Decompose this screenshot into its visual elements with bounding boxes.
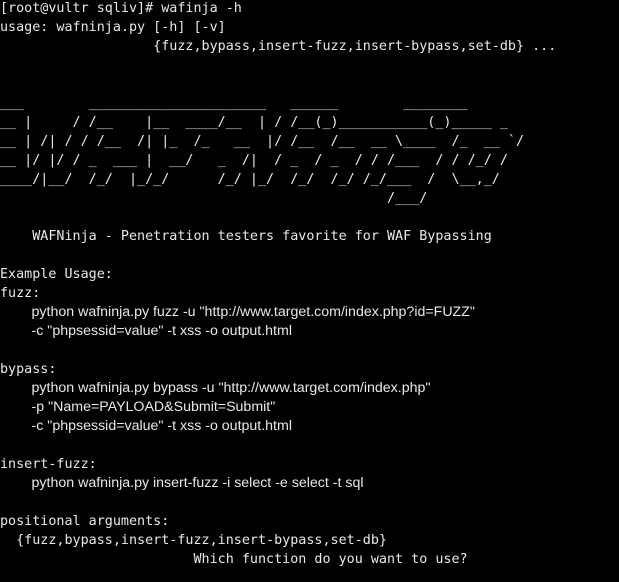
terminal-window[interactable]: [root@vultr sqliv]# wafinja -h usage: wa… bbox=[0, 0, 619, 582]
usage-subcommands: {fuzz,bypass,insert-fuzz,insert-bypass,s… bbox=[0, 39, 557, 54]
ascii-banner-line-3: __ | /| / / /__ /| |_ /_ __ |/ /__ /__ _… bbox=[0, 134, 525, 149]
insert-fuzz-heading: insert-fuzz: bbox=[0, 457, 97, 472]
ascii-banner-line-5: ____/|__/ /_/ |_/_/ /_/ |_/ /_/ /_/ /_/_… bbox=[0, 172, 500, 187]
positional-arguments-choices: {fuzz,bypass,insert-fuzz,insert-bypass,s… bbox=[0, 533, 387, 548]
usage-line: usage: wafninja.py [-h] [-v] bbox=[0, 20, 226, 35]
ascii-banner-line-1: ___ ______________________ ______ ______… bbox=[0, 96, 468, 111]
fuzz-example-line-2: -c "phpsessid=value" -t xss -o output.ht… bbox=[0, 323, 292, 339]
example-usage-heading: Example Usage: bbox=[0, 267, 113, 282]
insert-fuzz-example: python wafninja.py insert-fuzz -i select… bbox=[0, 475, 364, 491]
tool-tagline: WAFNinja - Penetration testers favorite … bbox=[0, 229, 492, 244]
bypass-heading: bypass: bbox=[0, 362, 57, 377]
bypass-example-line-3: -c "phpsessid=value" -t xss -o output.ht… bbox=[0, 418, 292, 434]
fuzz-heading: fuzz: bbox=[0, 286, 41, 301]
positional-arguments-heading: positional arguments: bbox=[0, 514, 170, 529]
fuzz-example-line-1: python wafninja.py fuzz -u "http://www.t… bbox=[0, 304, 475, 320]
ascii-banner-line-4: __ |/ |/ / _ ___ | __/ _ /| / _ / _ / / … bbox=[0, 153, 508, 168]
prompt-command-line: [root@vultr sqliv]# wafinja -h bbox=[0, 1, 242, 16]
ascii-banner-line-2: __ | / /__ |__ ____/__ | / /__(_)_______… bbox=[0, 115, 508, 130]
ascii-banner-line-6: /___/ bbox=[0, 191, 428, 206]
bypass-example-line-1: python wafninja.py bypass -u "http://www… bbox=[0, 380, 431, 396]
bypass-example-line-2: -p "Name=PAYLOAD&Submit=Submit" bbox=[0, 399, 276, 415]
positional-arguments-help: Which function do you want to use? bbox=[0, 552, 468, 567]
